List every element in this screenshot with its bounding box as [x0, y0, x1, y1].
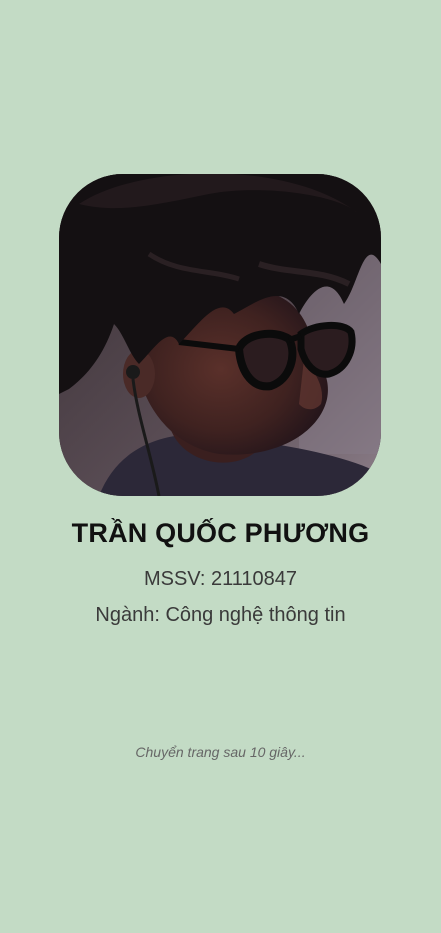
redirect-countdown-text: Chuyển trang sau 10 giây... — [135, 744, 306, 760]
student-major: Ngành: Công nghệ thông tin — [95, 604, 346, 626]
student-name: TRẦN QUỐC PHƯƠNG — [71, 518, 370, 548]
student-id: MSSV: 21110847 — [143, 568, 298, 590]
profile-photo-image — [59, 174, 381, 496]
profile-screen: TRẦN QUỐC PHƯƠNG MSSV: 21110847 Ngành: C… — [0, 0, 441, 933]
profile-photo — [59, 174, 381, 496]
